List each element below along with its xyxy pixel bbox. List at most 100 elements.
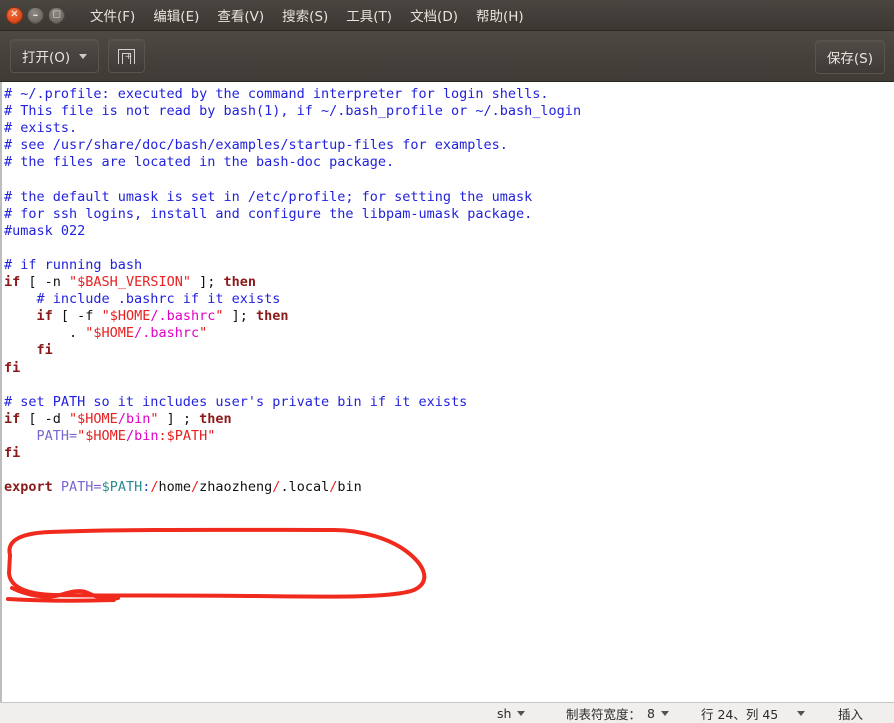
chevron-down-icon (517, 710, 526, 716)
tab-width-value: 8 (647, 705, 655, 721)
code-token: # the default umask is set in /etc/profi… (4, 188, 533, 205)
open-button-label: 打开(O) (22, 50, 71, 66)
maximize-icon-glyph: □ (52, 9, 61, 19)
code-token: /.bashrc (150, 308, 216, 325)
gedit-window: × – □ 文件(F) 编辑(E) 查看(V) 搜索(S) 工具(T) 文档(D… (0, 0, 894, 723)
code-token: ] ; (158, 410, 200, 427)
minimize-window-icon[interactable]: – (27, 6, 44, 24)
toolbar: 打开(O) + 保存(S) (0, 31, 894, 82)
minimize-icon-glyph: – (32, 8, 39, 21)
menu-search[interactable]: 搜索(S) (273, 1, 337, 30)
code-line: #umask 022 (4, 223, 894, 240)
code-line: export PATH=$PATH:/home/zhaozheng/.local… (4, 479, 894, 496)
code-token: # the files are located in the bash-doc … (4, 154, 395, 171)
code-token: if (36, 308, 53, 325)
chevron-down-icon (660, 710, 669, 716)
code-token: bin (337, 479, 362, 496)
menu-bar: × – □ 文件(F) 编辑(E) 查看(V) 搜索(S) 工具(T) 文档(D… (0, 0, 894, 31)
code-token: # set PATH so it includes user's private… (4, 393, 468, 410)
code-token: PATH= (36, 427, 78, 444)
code-token: /.bashrc (134, 325, 200, 342)
code-token: /bin (117, 410, 151, 427)
code-line: # This file is not read by bash(1), if ~… (4, 103, 894, 120)
code-token: [ -f (52, 308, 102, 325)
code-token: " (215, 308, 224, 325)
chevron-down-icon[interactable] (797, 710, 805, 716)
code-token: "$HOME (77, 427, 126, 444)
code-token: zhaozheng (199, 479, 273, 496)
code-line: # if running bash (4, 257, 894, 274)
code-line: # for ssh logins, install and configure … (4, 206, 894, 223)
menu-items: 文件(F) 编辑(E) 查看(V) 搜索(S) 工具(T) 文档(D) 帮助(H… (81, 1, 533, 30)
menu-edit[interactable]: 编辑(E) (144, 1, 208, 30)
code-token: [ -n (20, 274, 70, 291)
code-line: if [ -n "$BASH_VERSION" ]; then (4, 274, 894, 291)
code-line: fi (4, 360, 894, 377)
code-token: PATH= (60, 479, 102, 496)
editor-area[interactable]: # ~/.profile: executed by the command in… (0, 82, 894, 702)
source-code[interactable]: # ~/.profile: executed by the command in… (2, 82, 894, 496)
code-line: # set PATH so it includes user's private… (4, 394, 894, 411)
code-token: home (158, 479, 191, 496)
code-token: #umask 022 (4, 222, 86, 239)
code-token: # exists. (4, 120, 78, 137)
menu-view[interactable]: 查看(V) (208, 1, 273, 30)
close-window-icon[interactable]: × (6, 6, 23, 24)
code-line: fi (4, 445, 894, 462)
code-line: PATH="$HOME/bin:$PATH" (4, 428, 894, 445)
chevron-down-icon (79, 53, 88, 59)
code-token: / (191, 479, 200, 496)
code-token: then (256, 308, 289, 325)
code-line: # include .bashrc if it exists (4, 291, 894, 308)
code-token: # see /usr/share/doc/bash/examples/start… (4, 137, 508, 154)
insert-mode-indicator[interactable]: 插入 (838, 704, 863, 723)
code-token: # This file is not read by bash(1), if ~… (4, 103, 582, 120)
code-token: # if running bash (4, 256, 143, 273)
open-button[interactable]: 打开(O) (10, 39, 100, 73)
code-token: ]; (223, 308, 257, 325)
code-token: [ -d (20, 410, 70, 427)
code-token: if (4, 274, 21, 291)
tab-width-selector[interactable]: 制表符宽度： 8 (566, 704, 669, 723)
code-token: "$HOME (69, 410, 118, 427)
language-label: sh (497, 705, 512, 721)
code-line: if [ -f "$HOME/.bashrc" ]; then (4, 308, 894, 325)
code-token: "$HOME (85, 325, 135, 342)
code-token: " (199, 325, 208, 342)
code-token: export (4, 479, 53, 496)
code-token: if (4, 410, 21, 427)
code-token: fi (4, 444, 21, 461)
save-plus-icon: + (124, 52, 133, 62)
code-token: # for ssh logins, install and configure … (4, 205, 533, 222)
menu-file[interactable]: 文件(F) (81, 1, 144, 30)
menu-documents[interactable]: 文档(D) (401, 1, 467, 30)
status-bar: sh 制表符宽度： 8 行 24、列 45 插入 (0, 702, 894, 723)
code-token: "$BASH_VERSION" (69, 274, 191, 291)
code-line: if [ -d "$HOME/bin" ] ; then (4, 411, 894, 428)
cursor-position: 行 24、列 45 (701, 706, 779, 722)
code-token: .local (280, 479, 330, 496)
code-token: $PATH (101, 479, 143, 496)
menu-tools[interactable]: 工具(T) (337, 1, 401, 30)
code-token: :$PATH" (158, 427, 216, 444)
save-icon: + (118, 48, 136, 64)
save-button[interactable]: 保存(S) (814, 40, 885, 74)
code-token: then (199, 410, 232, 427)
code-token: # ~/.profile: executed by the command in… (4, 86, 549, 102)
code-token: . (4, 325, 86, 342)
menu-help[interactable]: 帮助(H) (467, 1, 533, 30)
maximize-window-icon[interactable]: □ (48, 6, 65, 24)
code-line: . "$HOME/.bashrc" (4, 325, 894, 342)
code-token: fi (36, 342, 53, 359)
code-token: then (223, 274, 256, 291)
language-selector[interactable]: sh (497, 705, 526, 721)
save-button-label: 保存(S) (826, 51, 873, 67)
code-token: fi (4, 359, 21, 376)
save-icon-button[interactable]: + (108, 39, 146, 73)
red-ellipse-highlight (6, 527, 427, 603)
